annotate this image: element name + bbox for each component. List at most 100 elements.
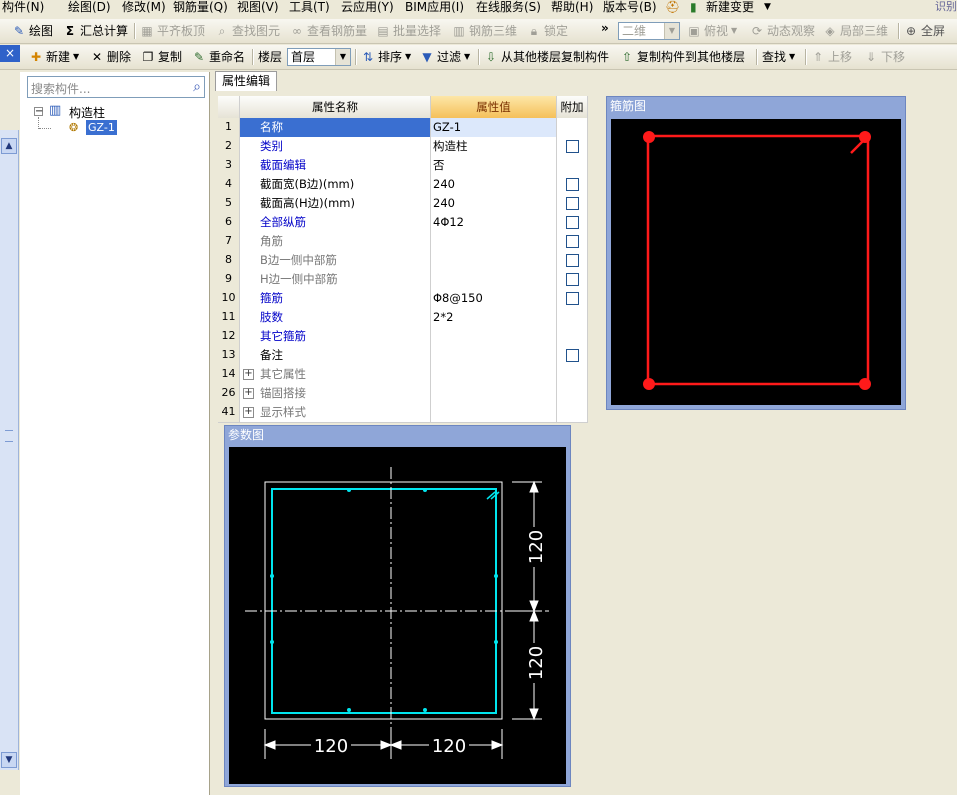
- property-name: 截面宽(B边)(mm): [240, 175, 431, 194]
- delete-button[interactable]: ✕ 删除: [90, 45, 131, 69]
- expand-icon[interactable]: +: [243, 388, 254, 399]
- property-value[interactable]: GZ-1: [431, 118, 557, 137]
- property-row[interactable]: 11 肢数 2*2: [218, 308, 588, 328]
- lock-button[interactable]: 🔒︎ 锁定: [527, 19, 568, 43]
- level-slab-top-button[interactable]: ▦ 平齐板顶: [140, 19, 205, 43]
- property-row[interactable]: 41 + 显示样式: [218, 403, 588, 423]
- extra-checkbox[interactable]: [565, 235, 579, 248]
- menu-item-online[interactable]: 在线服务(S): [476, 0, 541, 18]
- new-button[interactable]: ✚ 新建 ▼: [29, 45, 79, 69]
- property-value[interactable]: [431, 270, 557, 289]
- property-name: 名称: [240, 118, 431, 137]
- rename-button[interactable]: ✎ 重命名: [192, 45, 245, 69]
- expand-icon[interactable]: +: [243, 407, 254, 418]
- property-value[interactable]: 240: [431, 175, 557, 194]
- draw-button[interactable]: ✎ 绘图: [12, 19, 53, 43]
- property-row[interactable]: 14 + 其它属性: [218, 365, 588, 385]
- property-value[interactable]: 否: [431, 156, 557, 175]
- property-row[interactable]: 5 截面高(H边)(mm) 240: [218, 194, 588, 214]
- property-value[interactable]: [431, 251, 557, 270]
- menu-item-tools[interactable]: 工具(T): [289, 0, 330, 18]
- menu-item-view[interactable]: 视图(V): [237, 0, 279, 18]
- property-value[interactable]: 240: [431, 194, 557, 213]
- sum-calc-button[interactable]: Σ 汇总计算: [63, 19, 128, 43]
- menu-item-rebar[interactable]: 钢筋量(Q): [173, 0, 228, 18]
- scroll-thumb-grip[interactable]: [5, 430, 13, 442]
- extra-checkbox[interactable]: [565, 140, 579, 153]
- property-row[interactable]: 8 B边一侧中部筋: [218, 251, 588, 271]
- rebar-3d-button[interactable]: ▥ 钢筋三维: [452, 19, 517, 43]
- menu-item-version[interactable]: 版本号(B): [603, 0, 657, 18]
- tree-node-column-type[interactable]: 构造柱: [69, 104, 105, 121]
- property-extra: [557, 384, 588, 403]
- batch-select-button[interactable]: ▤ 批量选择: [376, 19, 441, 43]
- property-row[interactable]: 4 截面宽(B边)(mm) 240: [218, 175, 588, 195]
- toolbar-overflow-icon[interactable]: »: [601, 21, 609, 35]
- fullscreen-button[interactable]: ⊕ 全屏: [904, 19, 945, 43]
- extra-checkbox[interactable]: [565, 178, 579, 191]
- extra-checkbox[interactable]: [565, 349, 579, 362]
- property-row[interactable]: 13 备注: [218, 346, 588, 366]
- extra-checkbox[interactable]: [565, 254, 579, 267]
- row-number: 41: [218, 403, 240, 422]
- sort-button[interactable]: ⇅ 排序 ▼: [361, 45, 411, 69]
- property-row[interactable]: 2 类别 构造柱: [218, 137, 588, 157]
- menu-item-draw[interactable]: 绘图(D): [68, 0, 111, 18]
- menu-item-bim[interactable]: BIM应用(I): [405, 0, 464, 18]
- expand-icon[interactable]: +: [243, 369, 254, 380]
- property-value[interactable]: 2*2: [431, 308, 557, 327]
- copy-button[interactable]: ❐ 复制: [141, 45, 182, 69]
- property-row[interactable]: 1 名称 GZ-1: [218, 118, 588, 138]
- property-value[interactable]: [431, 232, 557, 251]
- view-mode-select[interactable]: 二维 ▼: [618, 22, 680, 40]
- extra-checkbox[interactable]: [565, 292, 579, 305]
- extra-checkbox[interactable]: [565, 216, 579, 229]
- collapse-toggle[interactable]: −: [34, 107, 43, 117]
- floor-select[interactable]: 首层 ▼: [287, 48, 351, 66]
- property-value[interactable]: [431, 403, 557, 422]
- row-number: 3: [218, 156, 240, 175]
- property-value[interactable]: 构造柱: [431, 137, 557, 156]
- left-scrollbar[interactable]: ▲ ▼: [0, 130, 19, 770]
- menu-item-help[interactable]: 帮助(H): [551, 0, 593, 18]
- move-up-button[interactable]: ⇑ 上移: [811, 45, 852, 69]
- find-element-button[interactable]: ⌕ 查找图元: [215, 19, 280, 43]
- dynamic-view-button[interactable]: ⟳ 动态观察: [750, 19, 815, 43]
- local-3d-button[interactable]: ◈ 局部三维: [823, 19, 888, 43]
- copy-from-floor-button[interactable]: ⇩ 从其他楼层复制构件: [484, 45, 609, 69]
- find-button[interactable]: 查找 ▼: [762, 45, 795, 69]
- copy-to-floor-button[interactable]: ⇧ 复制构件到其他楼层: [620, 45, 745, 69]
- search-input[interactable]: 搜索构件... ⌕: [27, 76, 205, 98]
- move-down-button[interactable]: ⇓ 下移: [864, 45, 905, 69]
- row-number: 7: [218, 232, 240, 251]
- property-row[interactable]: 12 其它箍筋: [218, 327, 588, 347]
- property-value[interactable]: Φ8@150: [431, 289, 557, 308]
- view-rebar-button[interactable]: ∞ 查看钢筋量: [290, 19, 367, 43]
- property-row[interactable]: 3 截面编辑否: [218, 156, 588, 176]
- property-row[interactable]: 26 + 锚固搭接: [218, 384, 588, 404]
- top-view-button[interactable]: ▣ 俯视 ▼: [687, 19, 737, 43]
- close-panel-button[interactable]: ×: [0, 45, 20, 62]
- property-value[interactable]: [431, 327, 557, 346]
- property-row[interactable]: 6 全部纵筋 4Φ12: [218, 213, 588, 233]
- menu-item-modify[interactable]: 修改(M): [122, 0, 166, 18]
- menu-item-new-change[interactable]: 新建变更: [706, 0, 754, 18]
- tree-node-gz1[interactable]: GZ-1: [86, 120, 117, 135]
- property-value[interactable]: [431, 365, 557, 384]
- extra-checkbox[interactable]: [565, 273, 579, 286]
- property-value[interactable]: [431, 384, 557, 403]
- filter-button[interactable]: ▼ 过滤 ▼: [420, 45, 470, 69]
- menu-item-component[interactable]: 构件(N): [2, 0, 44, 18]
- extra-checkbox[interactable]: [565, 197, 579, 210]
- helmet-icon[interactable]: ⛑: [665, 0, 680, 18]
- scroll-down-icon[interactable]: ▼: [1, 752, 17, 768]
- property-row[interactable]: 9 H边一侧中部筋: [218, 270, 588, 290]
- menu-item-cloud[interactable]: 云应用(Y): [341, 0, 394, 18]
- property-row[interactable]: 10 箍筋 Φ8@150: [218, 289, 588, 309]
- property-row[interactable]: 7 角筋: [218, 232, 588, 252]
- search-icon[interactable]: ⌕: [193, 79, 201, 95]
- property-value[interactable]: [431, 346, 557, 365]
- scroll-up-icon[interactable]: ▲: [1, 138, 17, 154]
- property-value[interactable]: 4Φ12: [431, 213, 557, 232]
- tab-property-edit[interactable]: 属性编辑: [215, 71, 277, 91]
